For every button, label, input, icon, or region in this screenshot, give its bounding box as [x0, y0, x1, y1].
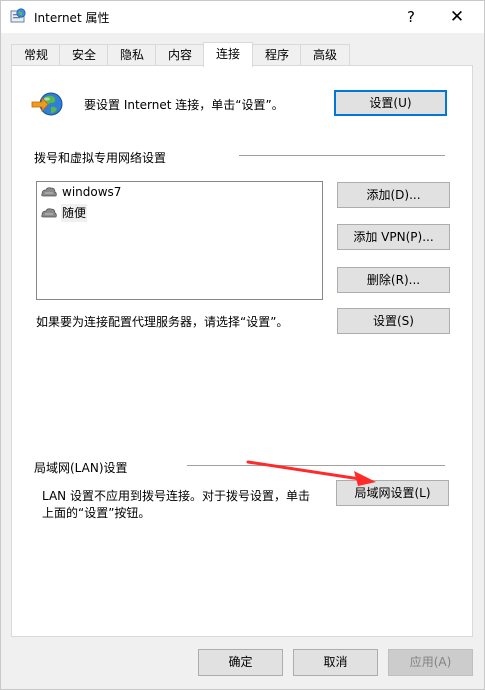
tab-programs[interactable]: 程序	[252, 44, 302, 66]
list-item-label: 随便	[61, 204, 88, 222]
tab-security[interactable]: 安全	[59, 44, 109, 66]
tab-general[interactable]: 常规	[11, 44, 61, 66]
internet-options-icon	[10, 8, 26, 23]
lan-group-title: 局域网(LAN)设置	[34, 461, 128, 475]
list-item[interactable]: 随便	[41, 204, 88, 222]
dialup-group-title: 拨号和虚拟专用网络设置	[34, 151, 167, 165]
cancel-button[interactable]: 取消	[293, 649, 378, 676]
dialup-connection-list[interactable]: windows7 随便	[36, 181, 323, 300]
setup-description: 要设置 Internet 连接，单击“设置”。	[84, 98, 284, 112]
list-item-label: windows7	[62, 185, 122, 199]
close-button[interactable]: ✕	[437, 1, 477, 33]
remove-connection-button[interactable]: 删除(R)...	[337, 267, 450, 293]
tab-connections[interactable]: 连接	[203, 42, 253, 67]
internet-properties-window: Internet 属性 ? ✕ 常规 安全 隐私 内容 连接 程序 高级 要设置…	[0, 0, 485, 690]
connection-settings-button[interactable]: 设置(S)	[337, 308, 450, 334]
proxy-description: 如果要为连接配置代理服务器，请选择“设置”。	[36, 315, 289, 329]
add-connection-button[interactable]: 添加(D)...	[337, 182, 450, 208]
dialup-connection-icon	[41, 208, 57, 218]
tab-privacy[interactable]: 隐私	[107, 44, 157, 66]
title-bar[interactable]: Internet 属性 ? ✕	[1, 1, 484, 33]
apply-button[interactable]: 应用(A)	[388, 649, 473, 676]
lan-description-line2: 上面的“设置”按钮。	[42, 506, 151, 520]
setup-button[interactable]: 设置(U)	[334, 90, 447, 116]
dialup-group-divider	[239, 155, 445, 156]
list-item[interactable]: windows7	[41, 183, 122, 201]
connections-panel: 要设置 Internet 连接，单击“设置”。 设置(U) 拨号和虚拟专用网络设…	[11, 65, 473, 637]
window-title: Internet 属性	[34, 11, 110, 25]
add-vpn-button[interactable]: 添加 VPN(P)...	[337, 224, 450, 250]
dialup-connection-icon	[41, 187, 57, 197]
tab-advanced[interactable]: 高级	[300, 44, 350, 66]
red-arrow-annotation	[246, 460, 376, 486]
help-button[interactable]: ?	[391, 1, 431, 33]
tab-content[interactable]: 内容	[155, 44, 205, 66]
ok-button[interactable]: 确定	[198, 649, 283, 676]
internet-connection-globe-icon	[31, 92, 63, 116]
